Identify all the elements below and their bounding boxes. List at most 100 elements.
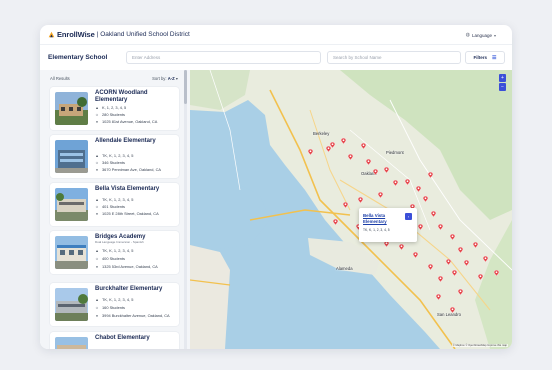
zoom-out-button[interactable]: − bbox=[499, 83, 506, 91]
map-popup[interactable]: Bella Vista Elementary TK, K, 1, 2, 3, 4… bbox=[359, 208, 417, 242]
school-pin-icon[interactable] bbox=[412, 252, 418, 258]
school-pin-icon[interactable] bbox=[383, 167, 389, 173]
school-pin-icon[interactable] bbox=[482, 256, 488, 262]
results-header: All Results Sort by: A-Z ▾ bbox=[50, 76, 178, 84]
school-photo bbox=[55, 288, 88, 321]
page-title: Elementary School bbox=[48, 54, 108, 61]
school-pin-icon[interactable] bbox=[437, 276, 443, 282]
school-pin-icon[interactable] bbox=[332, 219, 338, 225]
map-background bbox=[190, 70, 512, 349]
school-pin-icon[interactable] bbox=[457, 247, 463, 253]
school-name[interactable]: Allendale Elementary bbox=[95, 138, 175, 145]
school-pin-icon[interactable] bbox=[457, 289, 463, 295]
arrow-right-icon[interactable]: › bbox=[405, 213, 412, 220]
school-name[interactable]: ACORN Woodland Elementary bbox=[95, 90, 175, 104]
school-card[interactable]: Allendale Elementary ▲ TK, K, 1, 2, 3, 4… bbox=[50, 135, 179, 178]
school-pin-icon[interactable] bbox=[392, 180, 398, 186]
address-input[interactable] bbox=[126, 51, 321, 64]
school-pin-icon[interactable] bbox=[451, 270, 457, 276]
person-icon: ☺ bbox=[95, 305, 99, 310]
address-row: ● 3670 Penniman Ave, Oakland, CA bbox=[95, 167, 161, 172]
school-pin-icon[interactable] bbox=[357, 197, 363, 203]
school-pin-icon[interactable] bbox=[493, 270, 499, 276]
filters-label: Filters bbox=[473, 55, 488, 60]
students-row: ☺ 346 Students bbox=[95, 160, 125, 165]
school-pin-icon[interactable] bbox=[342, 202, 348, 208]
school-pin-icon[interactable] bbox=[463, 260, 469, 266]
school-card[interactable]: Burckhalter Elementary ▲ TK, K, 1, 2, 3,… bbox=[50, 283, 179, 326]
school-pin-icon[interactable] bbox=[422, 196, 428, 202]
map-label-city: Alameda bbox=[336, 266, 353, 271]
school-pin-icon[interactable] bbox=[430, 211, 436, 217]
school-pin-icon[interactable] bbox=[417, 224, 423, 230]
school-name[interactable]: Burckhalter Elementary bbox=[95, 286, 175, 293]
search-bar: Elementary School Filters ☰ bbox=[40, 46, 512, 70]
address-row: ● 1025 E 28th Street, Oakland, CA bbox=[95, 211, 159, 216]
school-pin-icon[interactable] bbox=[477, 274, 483, 280]
school-search-input[interactable] bbox=[327, 51, 461, 64]
logo[interactable]: EnrollWise | Oakland Unified School Dist… bbox=[48, 30, 190, 39]
students-row: ☺ 160 Students bbox=[95, 305, 125, 310]
grades-row: ▲ TK, K, 1, 2, 3, 4, 5 bbox=[95, 197, 134, 202]
school-pin-icon[interactable] bbox=[427, 264, 433, 270]
school-pin-icon[interactable] bbox=[347, 154, 353, 160]
grades-row: ▲ K, 1, 2, 3, 4, 5 bbox=[95, 105, 127, 110]
school-name[interactable]: Chabot Elementary bbox=[95, 335, 175, 342]
sort-dropdown[interactable]: Sort by: A-Z ▾ bbox=[152, 76, 178, 81]
results-count: All Results bbox=[50, 76, 70, 81]
school-pin-icon[interactable] bbox=[437, 224, 443, 230]
popup-school-name[interactable]: Bella Vista Elementary bbox=[363, 213, 403, 224]
school-pin-icon[interactable] bbox=[449, 234, 455, 240]
district-name: | Oakland Unified School District bbox=[96, 31, 190, 38]
zoom-in-button[interactable]: + bbox=[499, 74, 506, 82]
school-program: Dual Language Immersion - Spanish bbox=[95, 240, 144, 244]
school-pin-icon[interactable] bbox=[435, 294, 441, 300]
school-card[interactable]: Bridges Academy Dual Language Immersion … bbox=[50, 231, 179, 274]
person-icon: ☺ bbox=[95, 112, 99, 117]
sliders-icon: ☰ bbox=[492, 54, 497, 61]
school-pin-icon[interactable] bbox=[415, 186, 421, 192]
address-row: ● 1325 53rd Avenue, Oakland, CA bbox=[95, 264, 158, 269]
results-scrollbar[interactable] bbox=[184, 70, 187, 349]
school-card[interactable]: Chabot Elementary bbox=[50, 332, 179, 349]
location-icon: ● bbox=[95, 264, 99, 269]
school-card[interactable]: ACORN Woodland Elementary ▲ K, 1, 2, 3, … bbox=[50, 87, 179, 130]
school-pin-icon[interactable] bbox=[329, 142, 335, 148]
app-window: EnrollWise | Oakland Unified School Dist… bbox=[40, 25, 512, 349]
school-pin-icon[interactable] bbox=[449, 307, 455, 313]
school-pin-icon[interactable] bbox=[372, 169, 378, 175]
school-pin-icon[interactable] bbox=[445, 259, 451, 265]
language-selector[interactable]: ◍ Language ▾ bbox=[466, 32, 496, 38]
school-pin-icon[interactable] bbox=[472, 242, 478, 248]
school-pin-icon[interactable] bbox=[365, 159, 371, 165]
school-card[interactable]: Bella Vista Elementary ▲ TK, K, 1, 2, 3,… bbox=[50, 183, 179, 226]
cap-icon: ▲ bbox=[95, 153, 99, 158]
brand-name: EnrollWise bbox=[57, 30, 95, 39]
school-pin-icon[interactable] bbox=[340, 138, 346, 144]
results-panel: All Results Sort by: A-Z ▾ ACORN Woodlan… bbox=[40, 70, 190, 349]
scroll-thumb[interactable] bbox=[184, 70, 187, 104]
top-nav: EnrollWise | Oakland Unified School Dist… bbox=[40, 25, 512, 45]
school-name[interactable]: Bella Vista Elementary bbox=[95, 186, 175, 193]
chevron-down-icon: ▾ bbox=[493, 32, 496, 38]
school-pin-icon[interactable] bbox=[427, 172, 433, 178]
globe-icon: ◍ bbox=[465, 32, 470, 38]
person-icon: ☺ bbox=[95, 256, 99, 261]
cap-icon: ▲ bbox=[95, 105, 99, 110]
school-pin-icon[interactable] bbox=[398, 244, 404, 250]
location-icon: ● bbox=[95, 119, 99, 124]
map-view[interactable]: Berkeley Alameda Oakland San Leandro Pie… bbox=[190, 70, 512, 349]
school-pin-icon[interactable] bbox=[360, 143, 366, 149]
school-pin-icon[interactable] bbox=[404, 179, 410, 185]
school-pin-icon[interactable] bbox=[377, 192, 383, 198]
grades-row: ▲ TK, K, 1, 2, 3, 4, 5 bbox=[95, 153, 134, 158]
school-photo bbox=[55, 188, 88, 221]
location-icon: ● bbox=[95, 167, 99, 172]
grades-row: ▲ TK, K, 1, 2, 3, 4, 5 bbox=[95, 248, 134, 253]
grades-row: ▲ TK, K, 1, 2, 3, 4, 5 bbox=[95, 297, 134, 302]
school-pin-icon[interactable] bbox=[307, 149, 313, 155]
filters-button[interactable]: Filters ☰ bbox=[465, 51, 505, 64]
school-photo bbox=[55, 337, 88, 349]
cap-icon: ▲ bbox=[95, 248, 99, 253]
sort-value: A-Z bbox=[167, 76, 175, 81]
